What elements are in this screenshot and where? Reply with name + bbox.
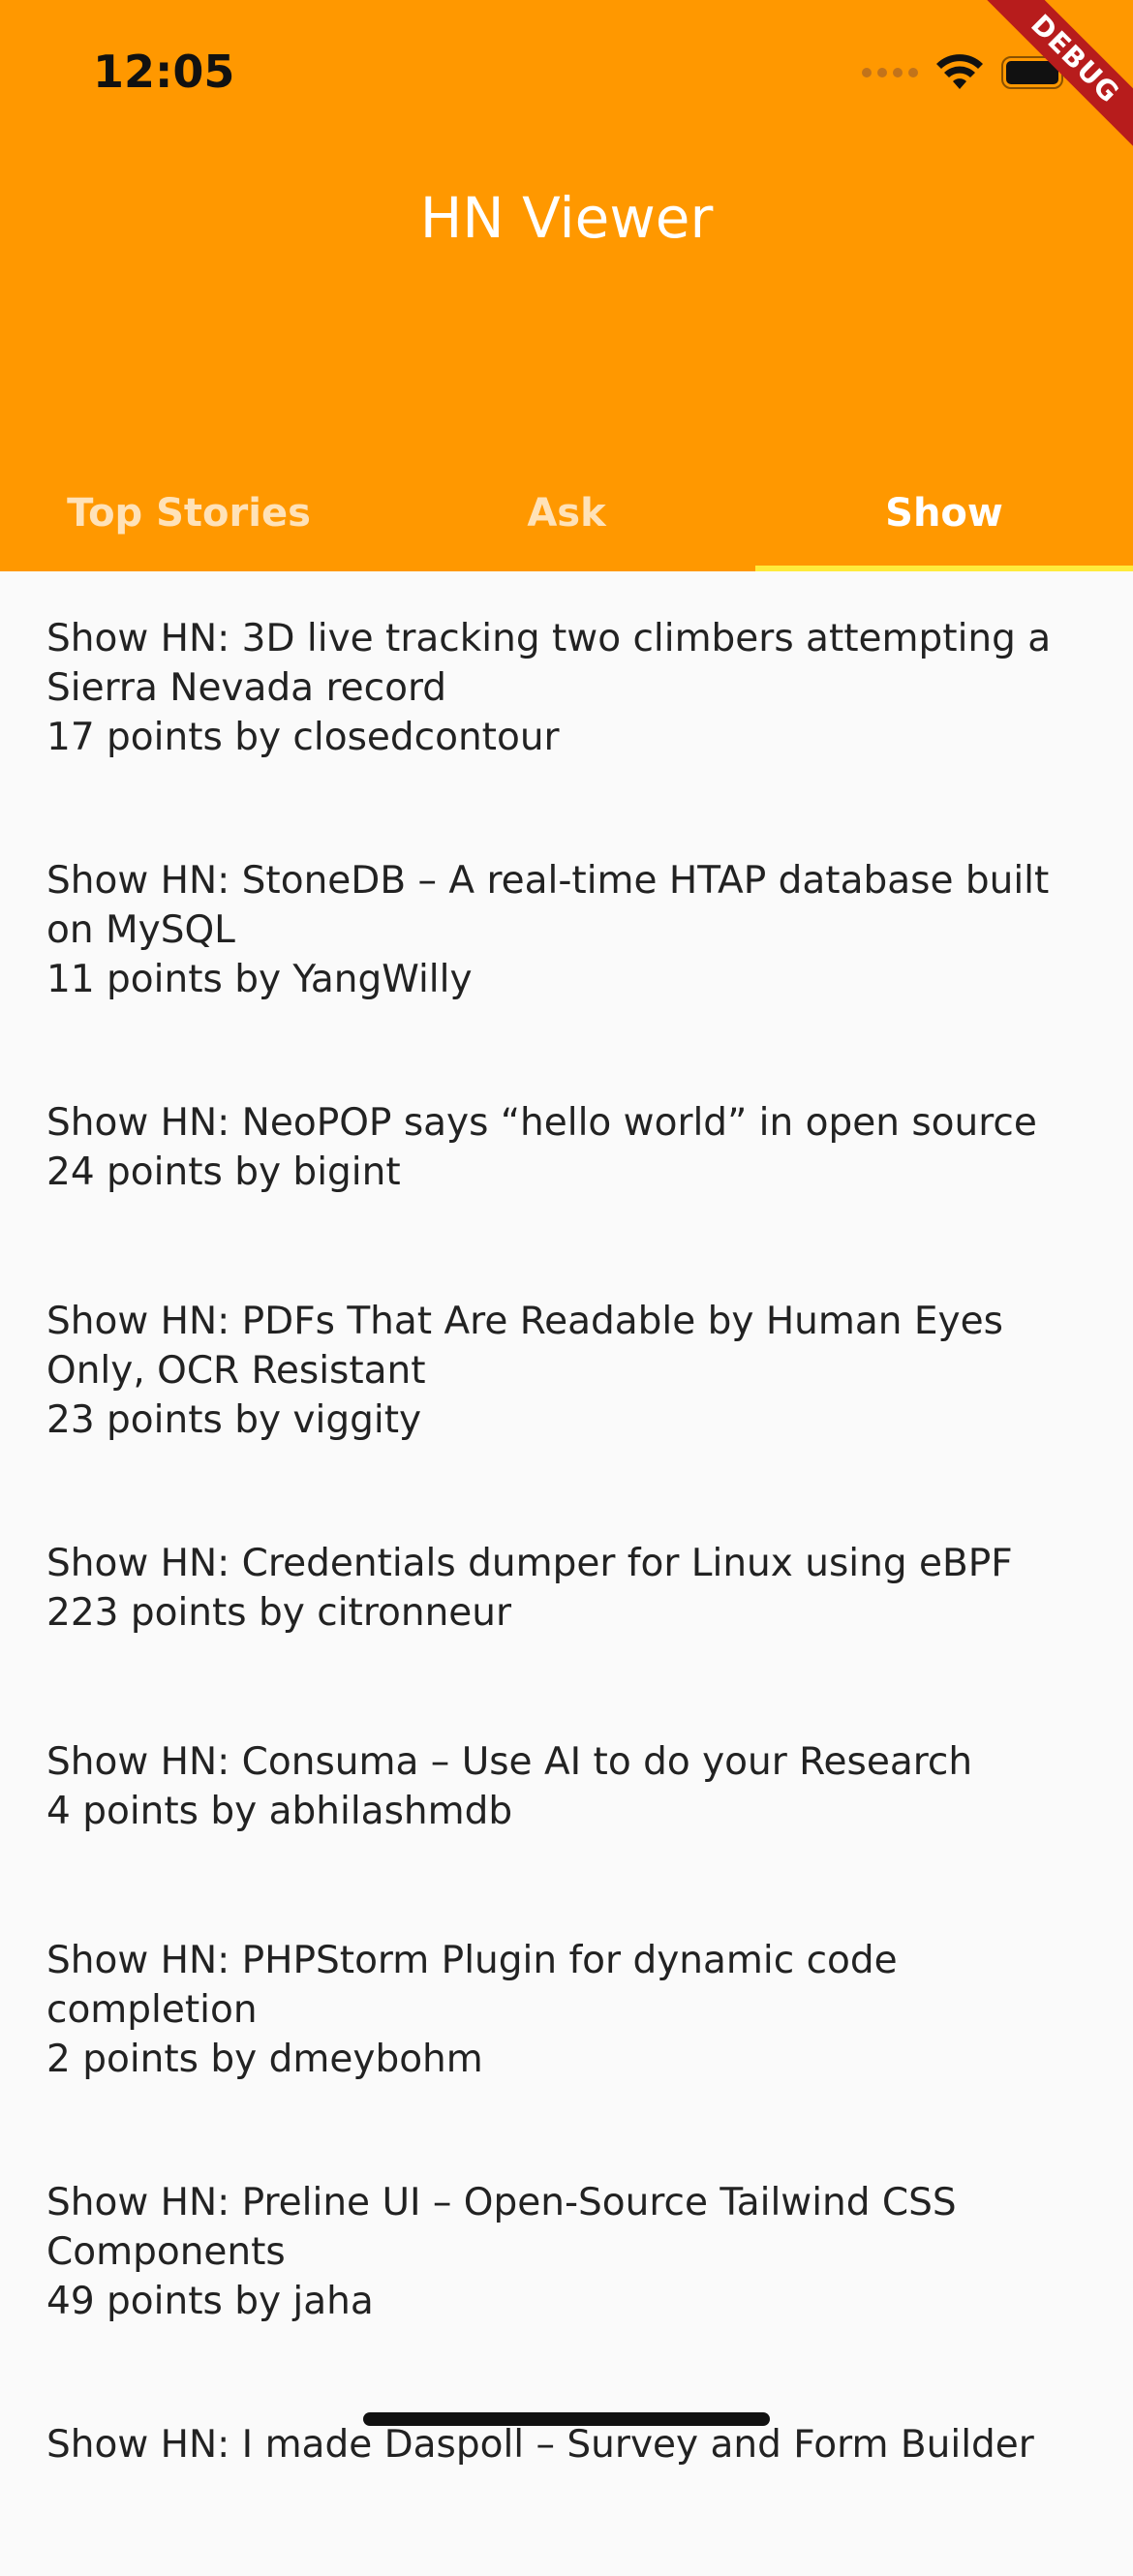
- story-meta: 2 points by dmeybohm: [46, 2038, 483, 2081]
- story-list[interactable]: Show HN: 3D live tracking two climbers a…: [0, 571, 1133, 2576]
- story-meta: 49 points by jaha: [46, 2280, 374, 2323]
- story-title: Show HN: Preline UI – Open-Source Tailwi…: [46, 2181, 957, 2274]
- story-meta: 223 points by citronneur: [46, 1591, 512, 1635]
- wifi-icon: [935, 54, 984, 91]
- app-bar: 12:05 HN Viewer Top Stories Ask Show DEB…: [0, 0, 1133, 571]
- tab-bar: Top Stories Ask Show: [0, 455, 1133, 571]
- list-item[interactable]: Show HN: 3D live tracking two climbers a…: [0, 571, 1133, 813]
- story-meta: 24 points by bigint: [46, 1150, 401, 1194]
- tab-show[interactable]: Show: [755, 455, 1133, 571]
- story-title: Show HN: I made Daspoll – Survey and For…: [46, 2423, 1034, 2467]
- story-title: Show HN: StoneDB – A real-time HTAP data…: [46, 859, 1050, 952]
- battery-icon: [1001, 54, 1069, 91]
- tab-label: Top Stories: [67, 491, 311, 536]
- list-item[interactable]: Show HN: PHPStorm Plugin for dynamic cod…: [0, 1893, 1133, 2135]
- story-meta: 11 points by YangWilly: [46, 958, 473, 1001]
- story-title: Show HN: PHPStorm Plugin for dynamic cod…: [46, 1939, 898, 2032]
- tab-label: Ask: [527, 491, 606, 536]
- story-title: Show HN: NeoPOP says “hello world” in op…: [46, 1101, 1037, 1145]
- tab-ask[interactable]: Ask: [378, 455, 755, 571]
- list-item[interactable]: Show HN: Credentials dumper for Linux us…: [0, 1496, 1133, 1695]
- app-title: HN Viewer: [419, 185, 714, 251]
- list-item[interactable]: Show HN: PDFs That Are Readable by Human…: [0, 1254, 1133, 1496]
- story-title: Show HN: Consuma – Use AI to do your Res…: [46, 1740, 973, 1784]
- status-icons: [862, 48, 1069, 97]
- list-item[interactable]: Show HN: I made Daspoll – Survey and For…: [0, 2377, 1133, 2576]
- story-title: Show HN: 3D live tracking two climbers a…: [46, 617, 1052, 710]
- list-item[interactable]: Show HN: Preline UI – Open-Source Tailwi…: [0, 2135, 1133, 2377]
- list-item[interactable]: Show HN: Consuma – Use AI to do your Res…: [0, 1695, 1133, 1893]
- story-meta: 23 points by viggity: [46, 1398, 422, 1442]
- tab-label: Show: [885, 491, 1003, 536]
- home-indicator[interactable]: [363, 2412, 770, 2426]
- tab-top-stories[interactable]: Top Stories: [0, 455, 378, 571]
- story-title: Show HN: PDFs That Are Readable by Human…: [46, 1300, 1003, 1393]
- cellular-signal-icon: [862, 68, 918, 77]
- status-time: 12:05: [93, 46, 235, 98]
- story-meta: 4 points by abhilashmdb: [46, 1790, 513, 1833]
- list-item[interactable]: Show HN: StoneDB – A real-time HTAP data…: [0, 813, 1133, 1056]
- story-title: Show HN: Credentials dumper for Linux us…: [46, 1542, 1013, 1585]
- story-meta: 17 points by closedcontour: [46, 716, 560, 759]
- list-item[interactable]: Show HN: NeoPOP says “hello world” in op…: [0, 1056, 1133, 1254]
